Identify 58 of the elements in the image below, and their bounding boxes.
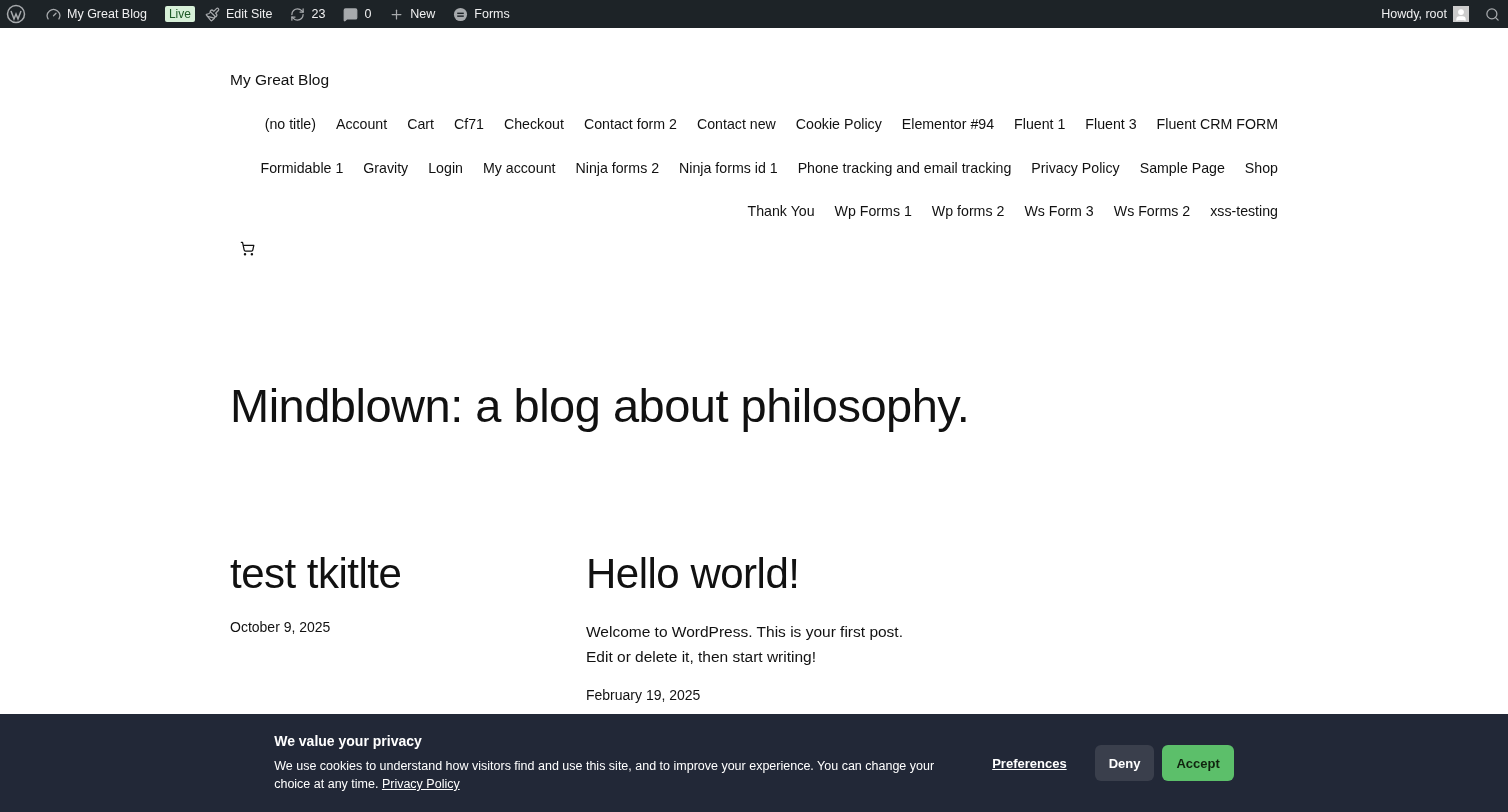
post-date: October 9, 2025 [230, 618, 332, 635]
refresh-icon [290, 6, 306, 22]
nav-link[interactable]: Ws Forms 2 [1113, 190, 1191, 234]
post-date: February 19, 2025 [586, 686, 702, 703]
greeting-link[interactable]: Howdy, root [1381, 7, 1447, 21]
post-title[interactable]: test tkitlte [230, 550, 586, 597]
new-link[interactable]: New [389, 6, 436, 22]
nav-link[interactable]: Fluent 1 [1014, 103, 1066, 147]
nav-link[interactable]: Ninja forms 2 [575, 146, 660, 190]
post-title[interactable]: Hello world! [586, 550, 942, 597]
nav-link[interactable]: Fluent CRM FORM [1156, 103, 1278, 147]
updates-link[interactable]: 23 [290, 6, 326, 22]
nav-link[interactable]: Shop [1244, 146, 1278, 190]
accept-button[interactable]: Accept [1162, 745, 1234, 781]
live-badge: Live [164, 6, 195, 22]
nav-link[interactable]: Contact new [696, 103, 776, 147]
site-link[interactable]: My Great Blog [46, 6, 147, 22]
nav-link[interactable]: (no title) [264, 103, 316, 147]
nav-link[interactable]: Privacy Policy [1031, 146, 1120, 190]
forms-icon [453, 6, 469, 22]
banner-text: We use cookies to understand how visitors find and use this site, and to improve your experience. You can change your choice at any time. Privacy Policy [274, 758, 936, 793]
nav-link[interactable]: Contact form 2 [583, 103, 677, 147]
nav-link[interactable]: Wp Forms 1 [834, 190, 912, 234]
nav-link[interactable]: Wp forms 2 [931, 190, 1005, 234]
deny-button[interactable]: Deny [1094, 745, 1155, 781]
brush-icon [204, 6, 220, 22]
page-heading: Mindblown: a blog about philosophy. [230, 377, 971, 433]
search-icon[interactable] [1485, 6, 1500, 22]
privacy-policy-link[interactable]: Privacy Policy [381, 777, 460, 791]
nav-link[interactable]: Formidable 1 [260, 146, 344, 190]
nav-link[interactable]: xss-testing [1210, 190, 1278, 234]
comment-icon [343, 6, 359, 22]
nav-link[interactable]: Cookie Policy [795, 103, 882, 147]
nav-link[interactable]: Fluent 3 [1085, 103, 1137, 147]
nav-link[interactable]: Gravity [363, 146, 409, 190]
nav-link[interactable]: Ninja forms id 1 [679, 146, 778, 190]
nav-link[interactable]: Login [428, 146, 463, 190]
nav-link[interactable]: Account [335, 103, 388, 147]
banner-title: We value your privacy [274, 733, 423, 749]
post-excerpt: Welcome to WordPress. This is your first post. Edit or delete it, then start writing! [586, 621, 904, 667]
cart-icon[interactable] [240, 240, 255, 256]
edit-site-link[interactable]: Edit Site [204, 6, 273, 22]
nav-link[interactable]: Cf71 [454, 103, 484, 147]
forms-link[interactable]: Forms [453, 6, 510, 22]
wordpress-logo-icon[interactable] [6, 4, 26, 24]
nav-link[interactable]: Checkout [504, 103, 564, 147]
comments-link[interactable]: 0 [343, 6, 372, 22]
nav-link[interactable]: Phone tracking and email tracking [797, 146, 1012, 190]
nav-link[interactable]: My account [482, 146, 556, 190]
nav-link[interactable]: Thank You [747, 190, 815, 234]
nav-link[interactable]: Sample Page [1139, 146, 1225, 190]
nav-link[interactable]: Elementor #94 [901, 103, 995, 147]
plus-icon [389, 6, 405, 22]
nav-link[interactable]: Ws Form 3 [1024, 190, 1094, 234]
nav-link[interactable]: Cart [407, 103, 434, 147]
preferences-link[interactable]: Preferences [986, 754, 1073, 772]
site-title[interactable]: My Great Blog [230, 71, 330, 89]
gauge-icon [46, 6, 61, 22]
